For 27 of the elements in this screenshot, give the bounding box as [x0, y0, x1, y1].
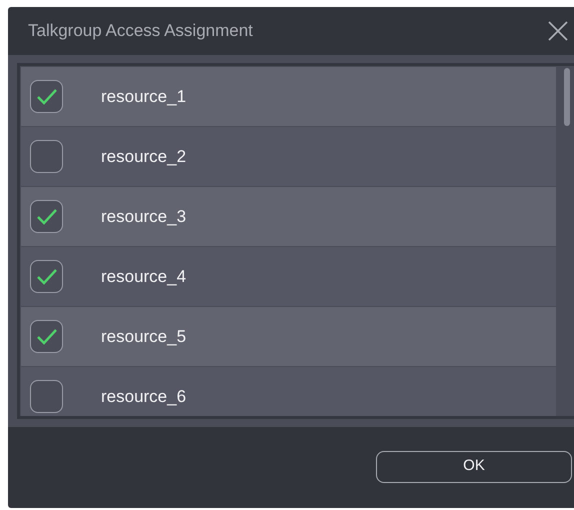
list-row[interactable]: resource_4 — [21, 247, 556, 307]
window-title: Talkgroup Access Assignment — [28, 20, 254, 42]
list-row[interactable]: resource_1 — [21, 67, 556, 127]
checkbox[interactable] — [30, 260, 63, 293]
list-row[interactable]: resource_3 — [21, 187, 556, 247]
checkbox[interactable] — [30, 200, 63, 233]
resource-label: resource_1 — [101, 86, 186, 108]
resource-label: resource_6 — [101, 386, 186, 408]
list-row[interactable]: resource_2 — [21, 127, 556, 187]
scrollbar-thumb[interactable] — [564, 68, 570, 126]
ok-button[interactable]: OK — [376, 450, 572, 482]
close-button[interactable] — [546, 19, 570, 43]
resource-label: resource_2 — [101, 146, 186, 168]
list-row[interactable]: resource_5 — [21, 307, 556, 367]
resource-label: resource_3 — [101, 206, 186, 228]
checkbox[interactable] — [30, 80, 63, 113]
checkmark-icon — [36, 88, 58, 106]
checkmark-icon — [36, 208, 58, 226]
checkmark-icon — [36, 328, 58, 346]
resource-label: resource_4 — [101, 266, 186, 288]
list-row[interactable]: resource_6 — [21, 367, 556, 416]
checkbox[interactable] — [30, 380, 63, 413]
checkbox[interactable] — [30, 140, 63, 173]
resource-label: resource_5 — [101, 326, 186, 348]
close-icon — [548, 21, 568, 41]
checkmark-icon — [36, 268, 58, 286]
checkbox[interactable] — [30, 320, 63, 353]
